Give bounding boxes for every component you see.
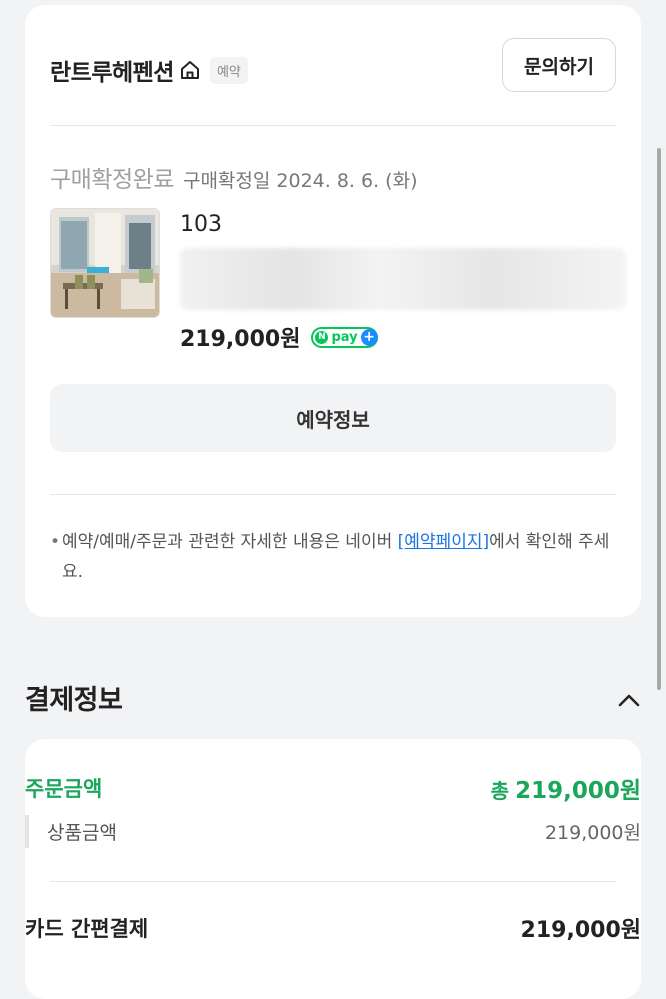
home-icon[interactable] [179,59,201,81]
price-row: 219,000원 N pay + [180,321,378,353]
order-amount-row: 주문금액 총 219,000원 [25,771,641,805]
product-amount-label: 상품금액 [47,822,117,844]
payment-section-title: 결제정보 [25,685,123,716]
card-pay-row: 카드 간편결제 219,000원 [25,912,641,944]
order-amount-label: 주문금액 [25,777,103,801]
divider [50,125,616,126]
room-thumbnail[interactable] [50,208,160,318]
divider [50,494,616,495]
order-total-prefix: 총 [490,779,510,803]
store-header: 란트루헤펜션 예약 [50,53,248,87]
order-total-value: 219,000원 [515,778,641,804]
npay-text: pay [331,329,358,345]
order-card: 란트루헤펜션 예약 문의하기 구매확정완료 구매확정일 2024. 8. 6. … [25,5,641,617]
product-amount-row: 상품금액 219,000원 [25,815,641,848]
store-name[interactable]: 란트루헤펜션 [50,53,174,87]
blurred-room-details [180,248,626,310]
card-pay-label: 카드 간편결제 [25,917,149,941]
product-amount-label-wrap: 상품금액 [25,815,117,848]
indent-bar [25,815,29,848]
card-pay-value: 219,000원 [520,918,641,943]
chevron-up-icon[interactable] [617,690,641,710]
npay-plus-badge: N pay + [311,326,378,348]
reservation-info-button[interactable]: 예약정보 [50,384,616,452]
room-name[interactable]: 103 [180,212,222,237]
order-status-row: 구매확정완료 구매확정일 2024. 8. 6. (화) [50,160,417,194]
confirm-date: 구매확정일 2024. 8. 6. (화) [182,170,418,192]
scrollbar[interactable] [657,148,661,690]
inquiry-button[interactable]: 문의하기 [502,38,616,92]
plus-icon: + [360,328,378,346]
order-price: 219,000원 [180,327,301,352]
order-status: 구매확정완료 [50,167,174,193]
notice-bullet: • [50,532,61,552]
order-amount-total: 총 219,000원 [491,771,641,805]
product-amount-value: 219,000원 [544,822,641,844]
reservation-badge: 예약 [209,56,248,84]
notice-text-before: 예약/예매/주문과 관련한 자세한 내용은 네이버 [62,532,398,552]
npay-logo-icon: N [315,330,329,344]
reservation-page-link[interactable]: [예약페이지] [398,532,489,552]
notice-text: • 예약/예매/주문과 관련한 자세한 내용은 네이버 [예약페이지]에서 확인… [50,527,620,587]
divider [50,881,616,882]
